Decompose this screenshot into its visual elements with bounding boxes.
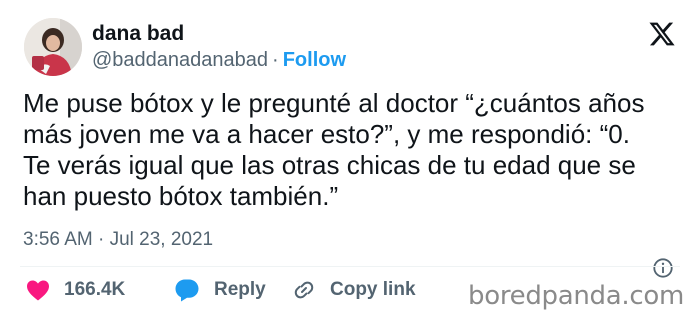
- tweet-line: Te verás igual que las otras chicas de t…: [23, 150, 636, 180]
- avatar-image: [24, 18, 82, 76]
- link-icon: [294, 281, 314, 299]
- action-bar: 166.4K Reply Copy link: [26, 278, 416, 302]
- handle-row: @baddanadanabad · Follow: [92, 49, 346, 72]
- like-button[interactable]: 166.4K: [26, 279, 174, 301]
- tweet-timestamp[interactable]: 3:56 AM · Jul 23, 2021: [23, 229, 213, 251]
- tweet-text: Me puse bótox y le pregunté al doctor “¿…: [23, 88, 693, 212]
- separator-dot: ·: [272, 49, 279, 71]
- copy-link-button[interactable]: Copy link: [292, 278, 416, 302]
- copy-link-label: Copy link: [330, 279, 416, 300]
- watermark: boredpanda.com: [468, 281, 684, 311]
- divider: [20, 266, 680, 267]
- tweet-line: Me puse bótox y le pregunté al doctor “¿…: [23, 88, 645, 118]
- follow-button[interactable]: Follow: [283, 49, 346, 71]
- tweet-line: más joven me va a hacer esto?”, y me res…: [23, 119, 630, 149]
- heart-icon: [27, 280, 49, 301]
- x-logo-icon[interactable]: [648, 20, 676, 48]
- avatar[interactable]: [24, 18, 82, 76]
- like-count: 166.4K: [64, 279, 126, 300]
- reply-button[interactable]: Reply: [174, 278, 292, 302]
- reply-bubble-icon: [175, 279, 199, 302]
- tweet-line: han puesto bótox también.”: [23, 181, 339, 211]
- info-icon[interactable]: [652, 257, 674, 279]
- user-handle[interactable]: @baddanadanabad: [92, 49, 268, 71]
- display-name[interactable]: dana bad: [92, 22, 184, 46]
- reply-label: Reply: [214, 279, 266, 300]
